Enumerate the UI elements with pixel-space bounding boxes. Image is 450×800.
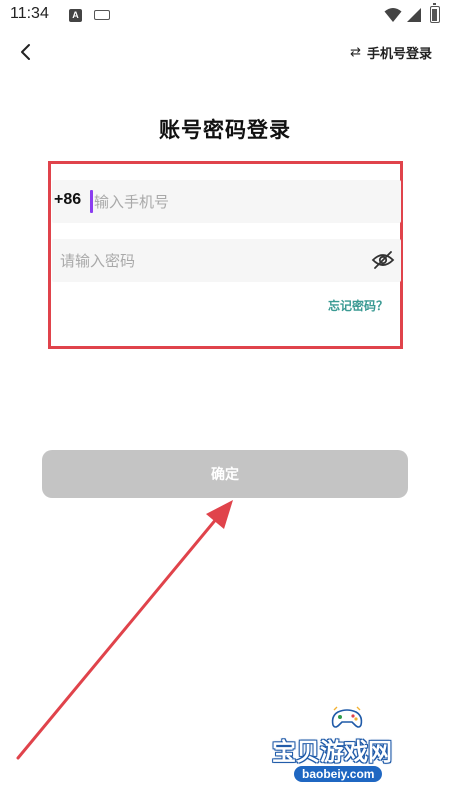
password-input[interactable] bbox=[60, 239, 360, 282]
watermark-logo: 宝贝游戏网 baobeiy.com bbox=[272, 702, 422, 792]
battery-icon bbox=[430, 3, 440, 23]
back-button[interactable] bbox=[14, 40, 38, 64]
status-bar: 11:34 A bbox=[0, 0, 450, 32]
keyboard-icon bbox=[94, 10, 110, 20]
forgot-password-link[interactable]: 忘记密码？ bbox=[52, 297, 388, 314]
page-title: 账号密码登录 bbox=[159, 118, 291, 142]
chevron-left-icon bbox=[21, 44, 30, 60]
a-notification-icon: A bbox=[69, 9, 82, 22]
password-field-row bbox=[52, 239, 401, 282]
status-time: 11:34 bbox=[10, 5, 49, 22]
gamepad-icon bbox=[331, 706, 363, 728]
phone-input[interactable] bbox=[92, 180, 392, 223]
phone-field-row: +86 bbox=[52, 180, 401, 223]
switch-to-phone-login[interactable]: ⇄ 手机号登录 bbox=[350, 42, 432, 62]
wifi-icon bbox=[384, 8, 402, 22]
signal-icon bbox=[407, 8, 421, 22]
eye-slash-icon[interactable] bbox=[371, 250, 395, 270]
watermark-title: 宝贝游戏网 bbox=[272, 738, 392, 766]
switch-label: 手机号登录 bbox=[366, 46, 432, 62]
watermark-url: baobeiy.com bbox=[294, 766, 383, 782]
confirm-button[interactable]: 确定 bbox=[42, 450, 408, 498]
swap-icon: ⇄ bbox=[350, 44, 361, 60]
country-code[interactable]: +86 bbox=[54, 191, 81, 209]
